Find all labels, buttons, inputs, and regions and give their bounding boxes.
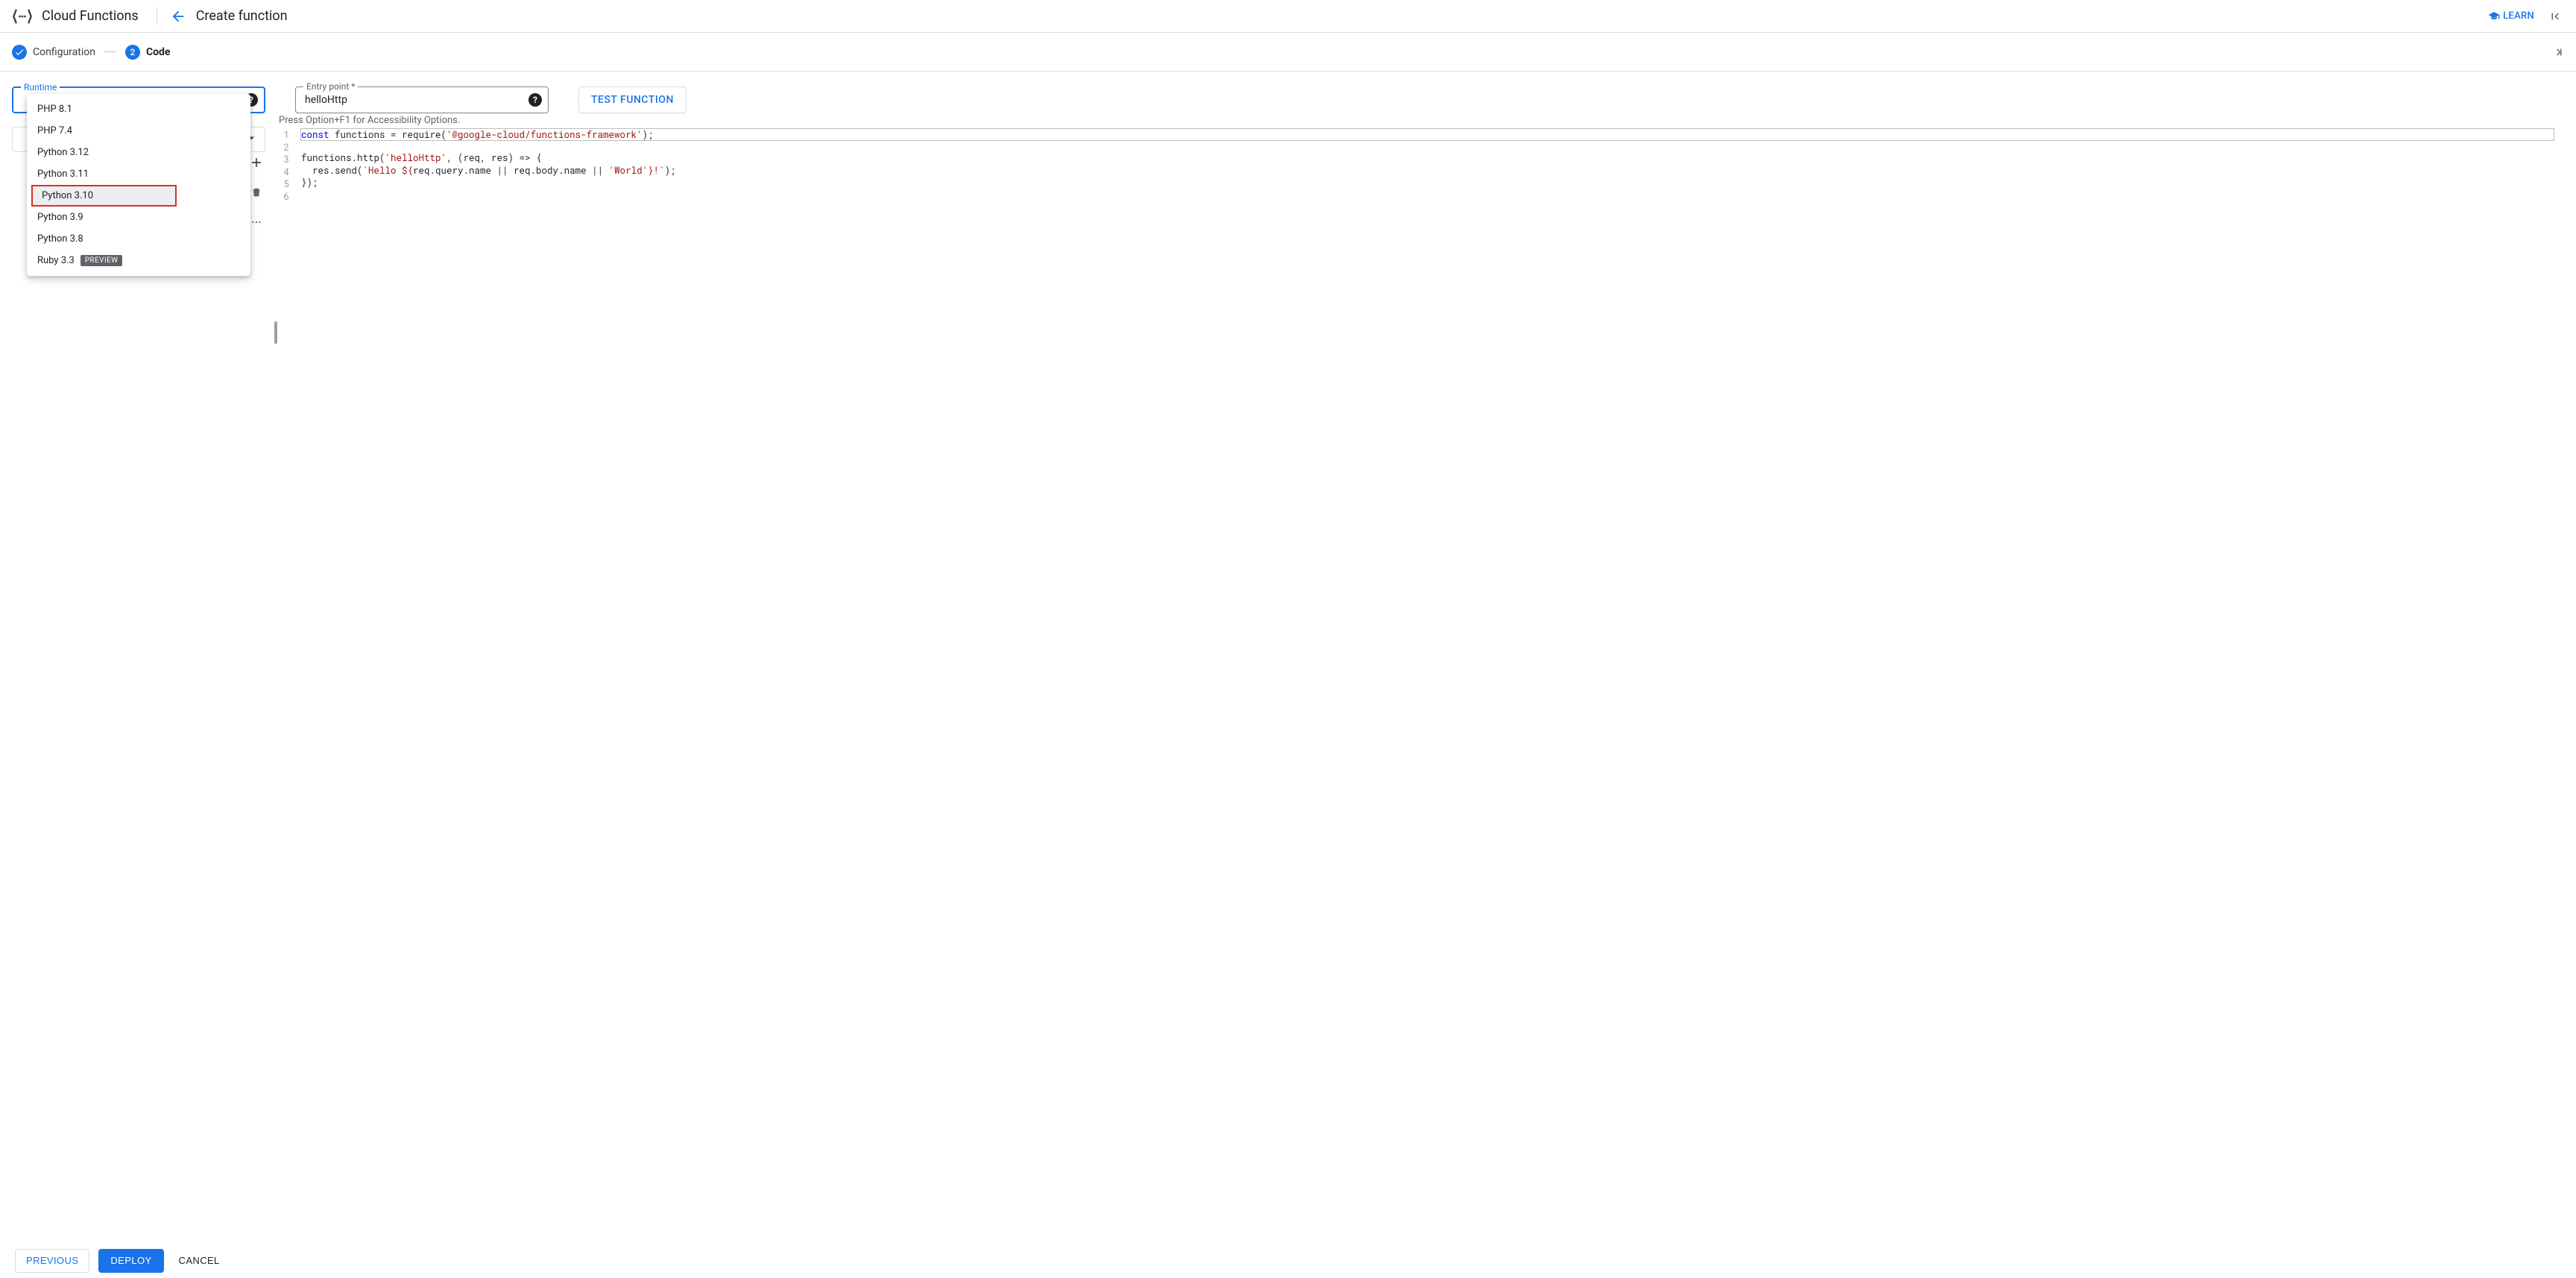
step-configuration-label: Configuration xyxy=(33,46,95,58)
code-line xyxy=(301,140,2554,153)
entry-point-field[interactable]: Entry point * helloHttp ? xyxy=(295,86,549,113)
runtime-option[interactable]: Ruby 3.3 PREVIEW xyxy=(27,250,250,271)
code-line: }); xyxy=(301,177,2554,189)
runtime-option[interactable]: PHP 8.1 xyxy=(27,98,250,120)
runtime-field[interactable]: Runtime ? PHP 8.1PHP 7.4Python 3.12Pytho… xyxy=(12,86,265,113)
runtime-option-label: Python 3.12 xyxy=(37,147,89,158)
runtime-option[interactable]: Python 3.9 xyxy=(27,207,250,228)
editor-gutter: 123456 xyxy=(279,129,301,203)
line-number: 3 xyxy=(279,154,289,166)
runtime-option-label: Python 3.11 xyxy=(37,169,89,180)
split-drag-handle[interactable] xyxy=(274,321,277,344)
line-number: 2 xyxy=(279,142,289,154)
line-number: 1 xyxy=(279,129,289,142)
runtime-option[interactable]: Python 3.8 xyxy=(27,228,250,250)
preview-badge: PREVIEW xyxy=(80,255,123,266)
test-function-label: TEST FUNCTION xyxy=(591,94,674,106)
runtime-option-label: Python 3.10 xyxy=(42,190,93,201)
help-icon[interactable]: ? xyxy=(528,93,542,107)
runtime-option-label: PHP 7.4 xyxy=(37,125,72,136)
entry-point-value[interactable]: helloHttp xyxy=(305,94,347,106)
step-done-icon xyxy=(12,45,27,60)
learn-button[interactable]: LEARN xyxy=(2488,10,2534,22)
runtime-option-label: PHP 8.1 xyxy=(37,104,72,115)
code-line: functions.http('helloHttp', (req, res) =… xyxy=(301,152,2554,165)
line-number: 4 xyxy=(279,166,289,179)
runtime-option[interactable]: PHP 7.4 xyxy=(27,120,250,142)
runtime-option[interactable]: Python 3.12 xyxy=(27,142,250,163)
back-arrow-icon[interactable] xyxy=(169,7,187,25)
code-line xyxy=(301,189,2554,202)
cancel-button[interactable]: CANCEL xyxy=(173,1249,226,1273)
collapse-left-panel-icon[interactable] xyxy=(2546,7,2564,25)
stepper: Configuration 2 Code xyxy=(0,33,2576,72)
open-right-panel-icon[interactable] xyxy=(2549,43,2567,61)
step-number-badge: 2 xyxy=(125,45,140,60)
runtime-label: Runtime xyxy=(21,82,60,92)
top-bar: Cloud Functions Create function LEARN xyxy=(0,0,2576,33)
runtime-option-label: Ruby 3.3 xyxy=(37,255,75,266)
line-number: 5 xyxy=(279,178,289,191)
runtime-option-label: Python 3.9 xyxy=(37,212,83,223)
test-function-button[interactable]: TEST FUNCTION xyxy=(578,86,686,113)
step-code[interactable]: 2 Code xyxy=(125,45,171,60)
code-editor[interactable]: Press Option+F1 for Accessibility Option… xyxy=(279,115,2554,1242)
learn-label: LEARN xyxy=(2503,10,2534,22)
footer: PREVIOUS DEPLOY CANCEL xyxy=(0,1242,2576,1278)
editor-accessibility-hint: Press Option+F1 for Accessibility Option… xyxy=(279,115,2554,126)
entry-point-label: Entry point * xyxy=(303,81,358,92)
page-title: Create function xyxy=(196,8,288,24)
main-content: Runtime ? PHP 8.1 PHP 7.4 Python 3.12 Pytho… xyxy=(0,72,2576,1242)
runtime-option[interactable]: Python 3.11 xyxy=(27,163,250,185)
code-area[interactable]: const functions = require('@google-cloud… xyxy=(301,129,2554,203)
runtime-option-label: Python 3.8 xyxy=(37,233,83,245)
step-configuration[interactable]: Configuration xyxy=(12,45,95,60)
deploy-button[interactable]: DEPLOY xyxy=(98,1249,163,1273)
code-line: res.send(`Hello ${req.query.name || req.… xyxy=(301,165,2554,177)
graduation-cap-icon xyxy=(2488,10,2500,22)
step-code-label: Code xyxy=(146,46,171,58)
runtime-option[interactable]: Python 3.10 xyxy=(31,185,177,207)
step-separator xyxy=(104,51,116,52)
code-line: const functions = require('@google-cloud… xyxy=(300,128,2554,141)
previous-button[interactable]: PREVIOUS xyxy=(15,1249,89,1273)
runtime-dropdown-menu[interactable]: PHP 8.1 PHP 7.4 Python 3.12 Python 3.11 Pyth… xyxy=(27,94,250,276)
section-title: Cloud Functions xyxy=(42,8,154,24)
cloud-functions-logo-icon xyxy=(12,6,33,27)
line-number: 6 xyxy=(279,191,289,204)
